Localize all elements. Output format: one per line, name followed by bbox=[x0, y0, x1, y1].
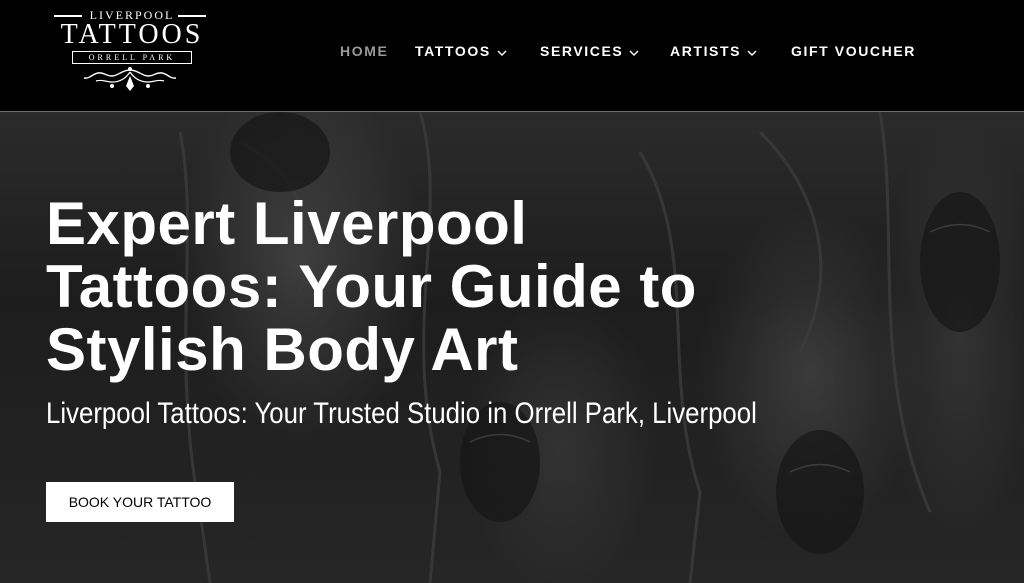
nav-home-label: HOME bbox=[340, 43, 389, 59]
nav-services[interactable]: SERVICES bbox=[540, 41, 639, 61]
nav-artists[interactable]: ARTISTS bbox=[670, 41, 757, 61]
logo-ornament bbox=[83, 67, 177, 91]
hero-title: Expert Liverpool Tattoos: Your Guide to … bbox=[46, 190, 697, 383]
book-your-tattoo-button[interactable]: BOOK YOUR TATTOO bbox=[46, 482, 234, 522]
hero-section: Expert Liverpool Tattoos: Your Guide to … bbox=[0, 112, 1024, 583]
site-header: LIVERPOOL TATTOOS ORRELL PARK HOME TATTO… bbox=[0, 0, 1024, 112]
nav-home[interactable]: HOME bbox=[340, 41, 388, 61]
nav-gift-voucher-label: GIFT VOUCHER bbox=[791, 43, 916, 59]
logo-main-text: TATTOOS bbox=[60, 19, 204, 50]
nav-tattoos[interactable]: TATTOOS bbox=[415, 41, 507, 61]
logo[interactable]: LIVERPOOL TATTOOS ORRELL PARK bbox=[52, 8, 212, 94]
chevron-down-icon bbox=[747, 43, 757, 59]
nav-tattoos-label: TATTOOS bbox=[415, 43, 491, 59]
nav-services-label: SERVICES bbox=[540, 43, 624, 59]
nav-artists-label: ARTISTS bbox=[670, 43, 742, 59]
nav-gift-voucher[interactable]: GIFT VOUCHER bbox=[791, 41, 916, 61]
hero-subtitle: Liverpool Tattoos: Your Trusted Studio i… bbox=[46, 397, 757, 430]
chevron-down-icon bbox=[497, 43, 507, 59]
logo-sub-text: ORRELL PARK bbox=[72, 51, 192, 64]
chevron-down-icon bbox=[629, 43, 639, 59]
